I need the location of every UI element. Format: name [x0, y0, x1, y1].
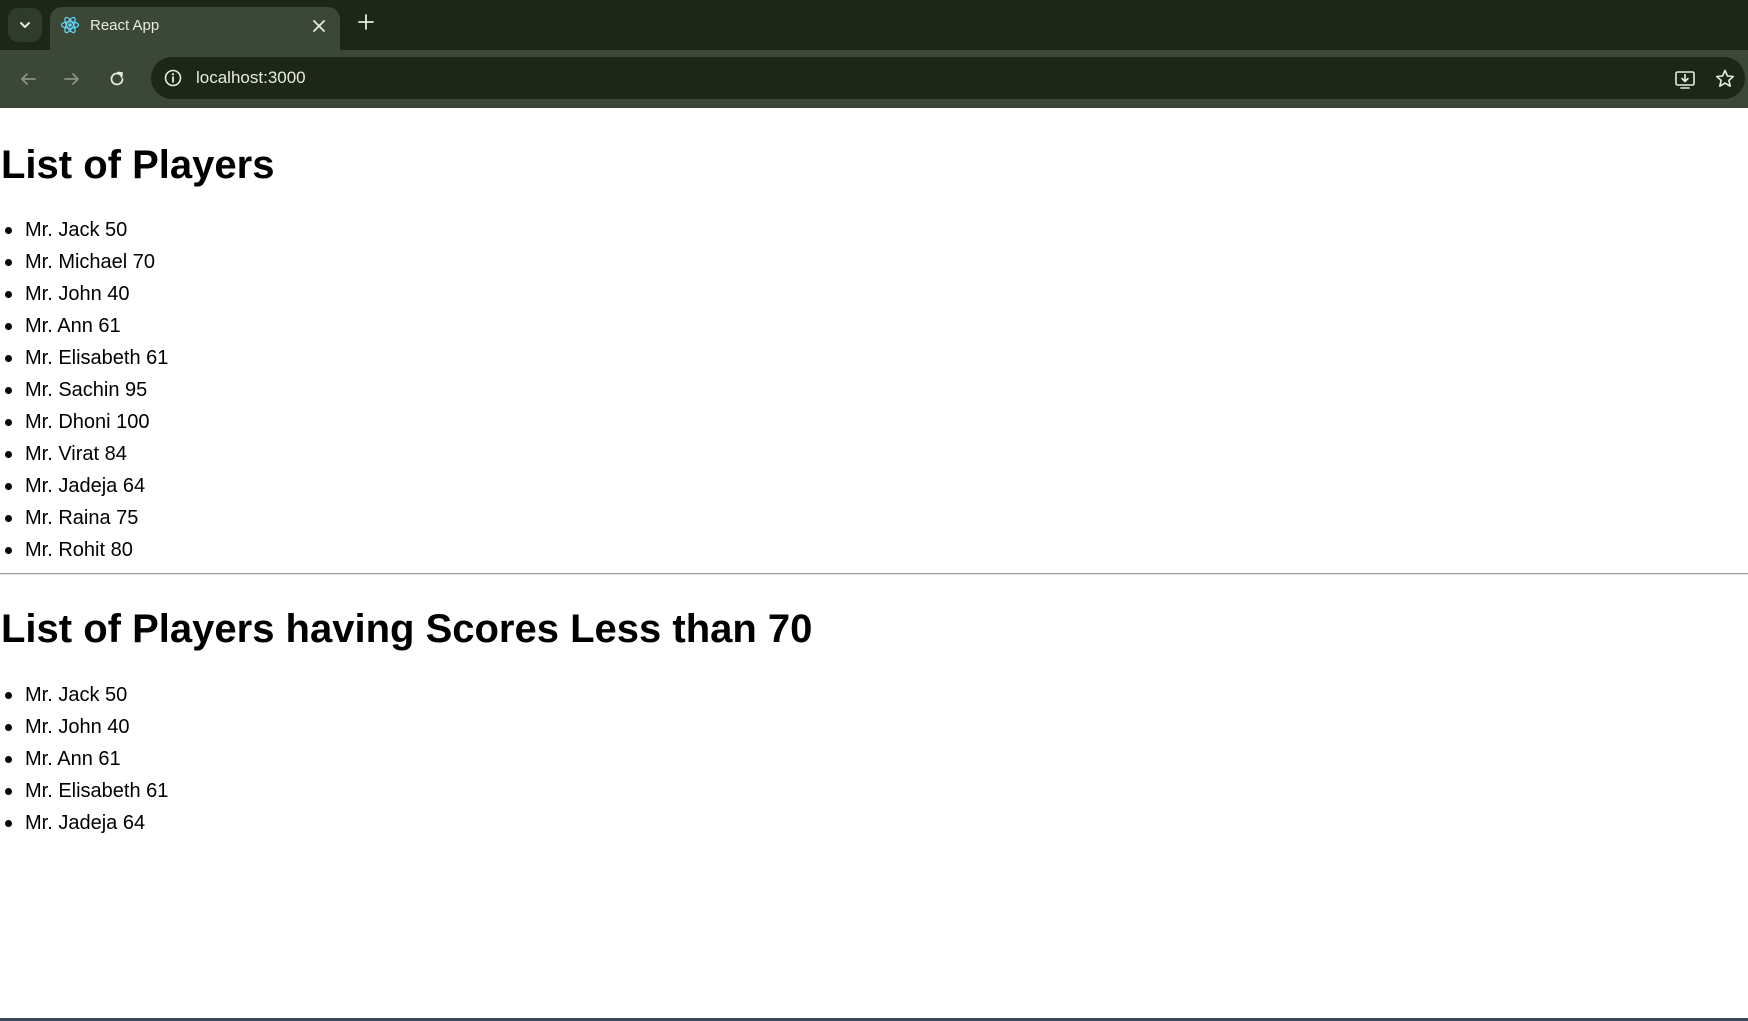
- heading-filtered-players: List of Players having Scores Less than …: [1, 607, 813, 651]
- react-favicon-icon: [60, 16, 80, 34]
- filtered-players-list: Mr. Jack 50 Mr. John 40 Mr. Ann 61 Mr. E…: [0, 679, 168, 839]
- list-item: Mr. Elisabeth 61: [0, 342, 168, 374]
- bullet: [5, 515, 12, 522]
- forward-arrow-icon: [64, 73, 79, 85]
- plus-icon: [358, 14, 374, 30]
- players-list: Mr. Jack 50 Mr. Michael 70 Mr. John 40 M…: [0, 214, 168, 566]
- player-entry: Mr. Ann 61: [25, 315, 121, 337]
- address-bar[interactable]: localhost:3000: [151, 57, 1745, 99]
- player-entry: Mr. Elisabeth 61: [25, 347, 169, 369]
- bullet: [5, 756, 12, 763]
- bullet: [5, 788, 12, 795]
- tab-title: React App: [90, 17, 160, 34]
- reload-button[interactable]: [103, 65, 131, 93]
- bullet: [5, 451, 12, 458]
- browser-toolbar: localhost:3000: [0, 50, 1748, 108]
- bullet: [5, 259, 12, 266]
- bullet: [5, 419, 12, 426]
- player-entry: Mr. John 40: [25, 716, 130, 738]
- bullet: [5, 483, 12, 490]
- player-entry: Mr. Jadeja 64: [25, 475, 146, 497]
- player-entry: Mr. Elisabeth 61: [25, 780, 169, 802]
- player-entry: Mr. Rohit 80: [25, 539, 133, 561]
- player-entry: Mr. Jack 50: [25, 684, 128, 706]
- reload-icon: [110, 71, 124, 86]
- list-item: Mr. John 40: [0, 278, 168, 310]
- bullet: [5, 820, 12, 827]
- player-entry: Mr. Dhoni 100: [25, 411, 150, 433]
- player-entry: Mr. Virat 84: [25, 443, 127, 465]
- bullet: [5, 547, 12, 554]
- list-item: Mr. Michael 70: [0, 246, 168, 278]
- list-item: Mr. Rohit 80: [0, 534, 168, 566]
- forward-button[interactable]: [58, 65, 86, 93]
- player-entry: Mr. Jack 50: [25, 219, 128, 241]
- bookmark-button[interactable]: [1713, 67, 1737, 91]
- bullet: [5, 323, 12, 330]
- new-tab-button[interactable]: [354, 10, 378, 34]
- install-app-icon: [1675, 71, 1695, 89]
- url-text[interactable]: localhost:3000: [196, 68, 306, 88]
- bullet: [5, 692, 12, 699]
- bullet: [5, 387, 12, 394]
- browser-tab[interactable]: React App: [50, 7, 340, 50]
- heading-all-players: List of Players: [1, 143, 275, 187]
- player-entry: Mr. Jadeja 64: [25, 812, 146, 834]
- close-icon: [313, 20, 325, 32]
- list-item: Mr. Ann 61: [0, 310, 168, 342]
- list-item: Mr. Jack 50: [0, 214, 168, 246]
- chevron-down-icon: [20, 22, 30, 28]
- player-entry: Mr. Michael 70: [25, 251, 156, 273]
- player-entry: Mr. John 40: [25, 283, 130, 305]
- player-entry: Mr. Ann 61: [25, 748, 121, 770]
- list-item: Mr. Elisabeth 61: [0, 775, 168, 807]
- list-item: Mr. Dhoni 100: [0, 406, 168, 438]
- bookmark-star-icon: [1715, 69, 1735, 87]
- list-item: Mr. Virat 84: [0, 438, 168, 470]
- list-item: Mr. John 40: [0, 711, 168, 743]
- list-item: Mr. Jadeja 64: [0, 470, 168, 502]
- tab-strip: React App: [0, 0, 1748, 50]
- list-item: Mr. Raina 75: [0, 502, 168, 534]
- list-item: Mr. Jack 50: [0, 679, 168, 711]
- player-entry: Mr. Sachin 95: [25, 379, 148, 401]
- list-item: Mr. Ann 61: [0, 743, 168, 775]
- section-divider: [0, 573, 1748, 575]
- page-content: List of Players Mr. Jack 50 Mr. Michael …: [0, 108, 1748, 1018]
- tab-close-button[interactable]: [308, 15, 330, 37]
- bullet: [5, 227, 12, 234]
- back-arrow-icon: [21, 73, 36, 85]
- site-info-icon[interactable]: [163, 68, 183, 88]
- bullet: [5, 724, 12, 731]
- install-app-button[interactable]: [1673, 67, 1697, 91]
- bullet: [5, 291, 12, 298]
- list-item: Mr. Sachin 95: [0, 374, 168, 406]
- list-item: Mr. Jadeja 64: [0, 807, 168, 839]
- bullet: [5, 355, 12, 362]
- tab-search-button[interactable]: [8, 8, 42, 42]
- back-button[interactable]: [14, 65, 42, 93]
- player-entry: Mr. Raina 75: [25, 507, 139, 529]
